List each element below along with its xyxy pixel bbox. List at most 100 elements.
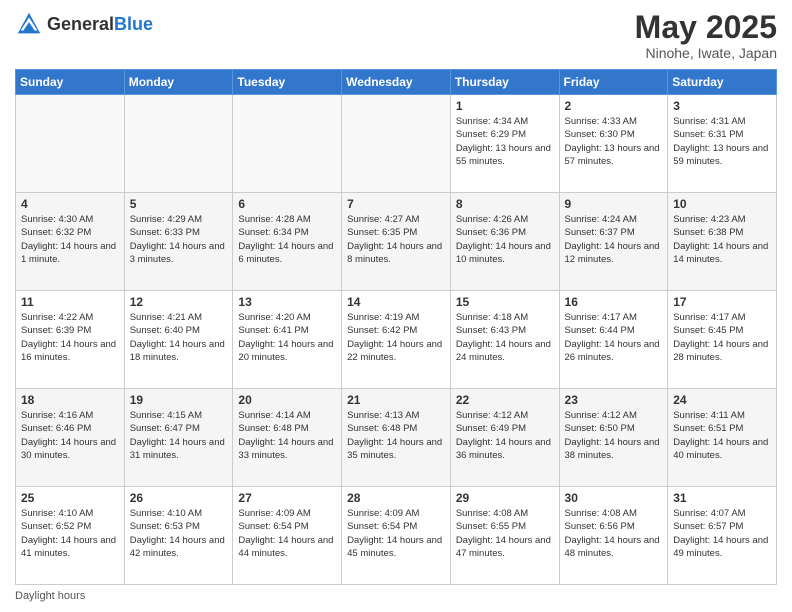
calendar-cell: 1 Sunrise: 4:34 AM Sunset: 6:29 PM Daylig… [450,95,559,193]
day-number: 2 [565,99,663,113]
calendar-cell: 7Sunrise: 4:27 AM Sunset: 6:35 PM Daylig… [342,193,451,291]
day-number: 28 [347,491,445,505]
calendar-week-row: 25 Sunrise: 4:10 AM Sunset: 6:52 PM Dayli… [16,487,777,585]
month-title: May 2025 [635,10,777,45]
day-info: Sunrise: 4:09 AM Sunset: 6:54 PM Dayligh… [238,507,336,560]
day-info: Sunrise: 4:16 AM Sunset: 6:46 PM Dayligh… [21,409,119,462]
day-info: Sunrise: 4:30 AM Sunset: 6:32 PM Dayligh… [21,213,119,266]
calendar-cell: 24 Sunrise: 4:11 AM Sunset: 6:51 PM Dayli… [668,389,777,487]
calendar-cell: 10Sunrise: 4:23 AM Sunset: 6:38 PM Dayli… [668,193,777,291]
calendar-cell: 30 Sunrise: 4:08 AM Sunset: 6:56 PM Dayli… [559,487,668,585]
title-block: May 2025 Ninohe, Iwate, Japan [635,10,777,61]
page: GeneralBlue May 2025 Ninohe, Iwate, Japa… [0,0,792,612]
day-number: 14 [347,295,445,309]
calendar-cell: 21 Sunrise: 4:13 AM Sunset: 6:48 PM Dayli… [342,389,451,487]
day-number: 7 [347,197,445,211]
calendar-cell: 3Sunrise: 4:31 AM Sunset: 6:31 PM Daylig… [668,95,777,193]
calendar-cell: 6Sunrise: 4:28 AM Sunset: 6:34 PM Daylig… [233,193,342,291]
day-number: 13 [238,295,336,309]
day-number: 10 [673,197,771,211]
day-number: 31 [673,491,771,505]
day-number: 30 [565,491,663,505]
day-info: Sunrise: 4:17 AM Sunset: 6:45 PM Dayligh… [673,311,771,364]
day-number: 1 [456,99,554,113]
calendar-cell: 29Sunrise: 4:08 AM Sunset: 6:55 PM Dayli… [450,487,559,585]
logo-general-text: General [47,14,114,34]
day-number: 8 [456,197,554,211]
calendar-cell: 2 Sunrise: 4:33 AM Sunset: 6:30 PM Daylig… [559,95,668,193]
calendar-cell: 31 Sunrise: 4:07 AM Sunset: 6:57 PM Dayli… [668,487,777,585]
day-info: Sunrise: 4:24 AM Sunset: 6:37 PM Dayligh… [565,213,663,266]
calendar-cell: 22 Sunrise: 4:12 AM Sunset: 6:49 PM Dayli… [450,389,559,487]
calendar-cell [233,95,342,193]
day-number: 21 [347,393,445,407]
calendar-cell: 26 Sunrise: 4:10 AM Sunset: 6:53 PM Dayli… [124,487,233,585]
day-number: 29 [456,491,554,505]
day-info: Sunrise: 4:22 AM Sunset: 6:39 PM Dayligh… [21,311,119,364]
calendar-cell [342,95,451,193]
calendar-week-row: 4Sunrise: 4:30 AM Sunset: 6:32 PM Daylig… [16,193,777,291]
day-info: Sunrise: 4:15 AM Sunset: 6:47 PM Dayligh… [130,409,228,462]
day-info: Sunrise: 4:29 AM Sunset: 6:33 PM Dayligh… [130,213,228,266]
calendar-header-thursday: Thursday [450,70,559,95]
day-info: Sunrise: 4:14 AM Sunset: 6:48 PM Dayligh… [238,409,336,462]
day-info: Sunrise: 4:13 AM Sunset: 6:48 PM Dayligh… [347,409,445,462]
day-number: 19 [130,393,228,407]
calendar-cell: 5Sunrise: 4:29 AM Sunset: 6:33 PM Daylig… [124,193,233,291]
day-number: 26 [130,491,228,505]
calendar-week-row: 11 Sunrise: 4:22 AM Sunset: 6:39 PM Dayli… [16,291,777,389]
calendar-cell: 16Sunrise: 4:17 AM Sunset: 6:44 PM Dayli… [559,291,668,389]
day-info: Sunrise: 4:21 AM Sunset: 6:40 PM Dayligh… [130,311,228,364]
calendar-cell: 27 Sunrise: 4:09 AM Sunset: 6:54 PM Dayli… [233,487,342,585]
day-info: Sunrise: 4:11 AM Sunset: 6:51 PM Dayligh… [673,409,771,462]
day-info: Sunrise: 4:09 AM Sunset: 6:54 PM Dayligh… [347,507,445,560]
day-number: 22 [456,393,554,407]
calendar-header-row: SundayMondayTuesdayWednesdayThursdayFrid… [16,70,777,95]
day-info: Sunrise: 4:08 AM Sunset: 6:56 PM Dayligh… [565,507,663,560]
logo-blue-text: Blue [114,14,153,34]
calendar-cell: 8Sunrise: 4:26 AM Sunset: 6:36 PM Daylig… [450,193,559,291]
calendar-cell [16,95,125,193]
day-info: Sunrise: 4:12 AM Sunset: 6:49 PM Dayligh… [456,409,554,462]
calendar-header-tuesday: Tuesday [233,70,342,95]
calendar-cell: 19 Sunrise: 4:15 AM Sunset: 6:47 PM Dayli… [124,389,233,487]
day-number: 3 [673,99,771,113]
calendar-cell: 11 Sunrise: 4:22 AM Sunset: 6:39 PM Dayli… [16,291,125,389]
day-info: Sunrise: 4:12 AM Sunset: 6:50 PM Dayligh… [565,409,663,462]
day-info: Sunrise: 4:34 AM Sunset: 6:29 PM Dayligh… [456,115,554,168]
calendar-cell: 25 Sunrise: 4:10 AM Sunset: 6:52 PM Dayli… [16,487,125,585]
calendar-cell [124,95,233,193]
day-info: Sunrise: 4:18 AM Sunset: 6:43 PM Dayligh… [456,311,554,364]
day-number: 23 [565,393,663,407]
calendar-cell: 4Sunrise: 4:30 AM Sunset: 6:32 PM Daylig… [16,193,125,291]
calendar-cell: 15Sunrise: 4:18 AM Sunset: 6:43 PM Dayli… [450,291,559,389]
calendar-header-monday: Monday [124,70,233,95]
calendar-cell: 12Sunrise: 4:21 AM Sunset: 6:40 PM Dayli… [124,291,233,389]
calendar-cell: 20Sunrise: 4:14 AM Sunset: 6:48 PM Dayli… [233,389,342,487]
day-info: Sunrise: 4:33 AM Sunset: 6:30 PM Dayligh… [565,115,663,168]
day-number: 25 [21,491,119,505]
day-number: 18 [21,393,119,407]
calendar-cell: 13 Sunrise: 4:20 AM Sunset: 6:41 PM Dayli… [233,291,342,389]
day-number: 11 [21,295,119,309]
day-info: Sunrise: 4:20 AM Sunset: 6:41 PM Dayligh… [238,311,336,364]
calendar-cell: 28 Sunrise: 4:09 AM Sunset: 6:54 PM Dayli… [342,487,451,585]
day-info: Sunrise: 4:19 AM Sunset: 6:42 PM Dayligh… [347,311,445,364]
calendar-cell: 9 Sunrise: 4:24 AM Sunset: 6:37 PM Daylig… [559,193,668,291]
calendar-table: SundayMondayTuesdayWednesdayThursdayFrid… [15,69,777,585]
calendar-header-sunday: Sunday [16,70,125,95]
day-number: 27 [238,491,336,505]
day-info: Sunrise: 4:10 AM Sunset: 6:53 PM Dayligh… [130,507,228,560]
day-info: Sunrise: 4:10 AM Sunset: 6:52 PM Dayligh… [21,507,119,560]
day-number: 16 [565,295,663,309]
calendar-week-row: 18 Sunrise: 4:16 AM Sunset: 6:46 PM Dayli… [16,389,777,487]
logo: GeneralBlue [15,10,153,38]
calendar-week-row: 1 Sunrise: 4:34 AM Sunset: 6:29 PM Daylig… [16,95,777,193]
day-info: Sunrise: 4:07 AM Sunset: 6:57 PM Dayligh… [673,507,771,560]
logo-icon [15,10,43,38]
day-number: 24 [673,393,771,407]
day-number: 17 [673,295,771,309]
day-number: 6 [238,197,336,211]
subtitle: Ninohe, Iwate, Japan [635,45,777,61]
day-number: 9 [565,197,663,211]
